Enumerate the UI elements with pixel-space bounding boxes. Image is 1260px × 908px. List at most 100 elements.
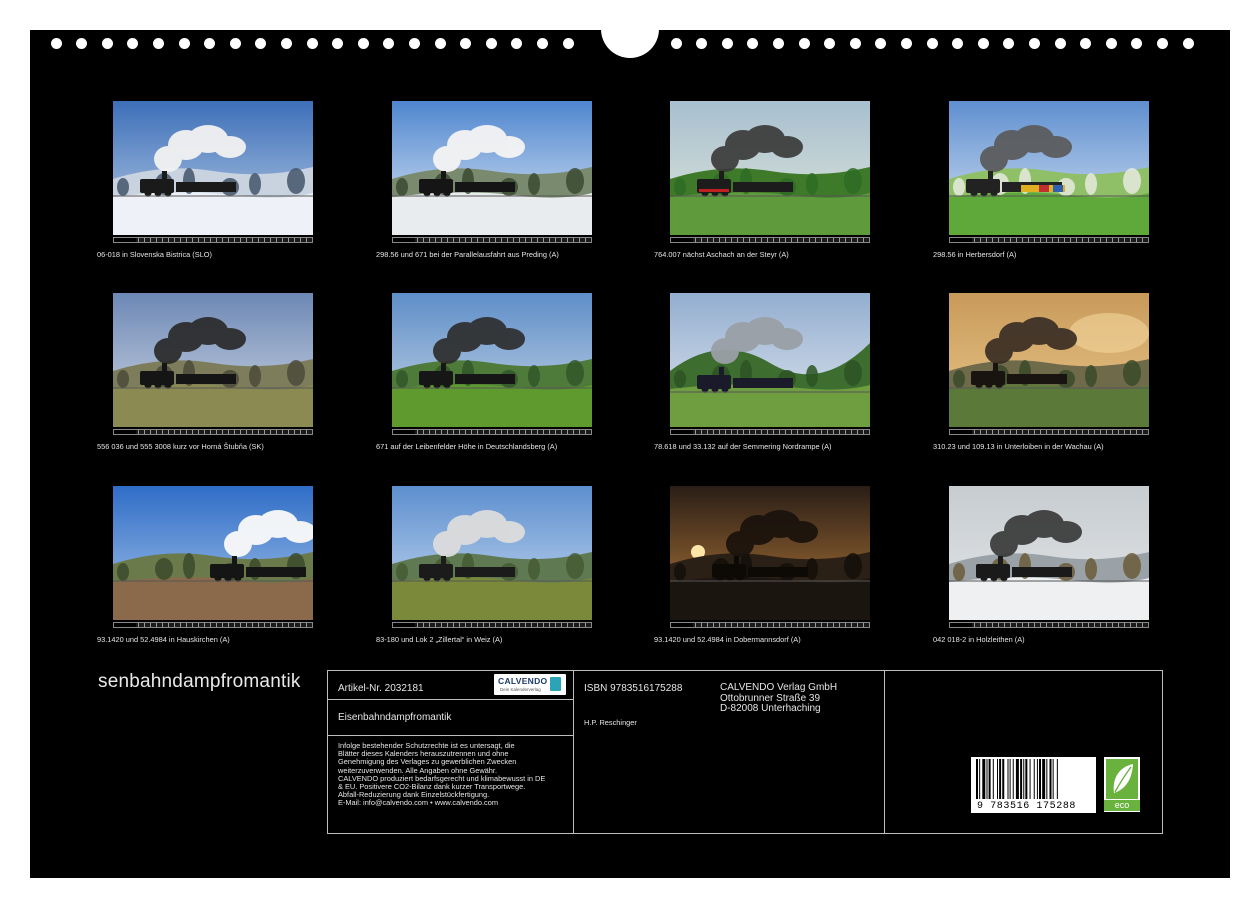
binding-hole (536, 38, 548, 49)
binding-hole (1131, 38, 1143, 49)
binding-hole (434, 38, 446, 49)
month-caption: 78.618 und 33.132 auf der Semmering Nord… (654, 442, 832, 451)
eco-badge: eco (1104, 757, 1140, 812)
month-day-strip (670, 237, 870, 243)
calendar-hanger-cutout (601, 30, 659, 58)
binding-hole (977, 38, 989, 49)
binding-hole (332, 38, 344, 49)
calendar-back-sheet: 06-018 in Slovenska Bistrica (SLO) 298.5… (30, 30, 1230, 878)
binding-hole (511, 38, 523, 49)
month-photo (670, 486, 870, 620)
binding-hole (1156, 38, 1168, 49)
month-day-strip (670, 622, 870, 628)
binding-hole (670, 38, 682, 49)
month-photo (670, 293, 870, 427)
imprint-divider (328, 699, 573, 700)
binding-hole (485, 38, 497, 49)
binding-hole (383, 38, 395, 49)
binding-hole (255, 38, 267, 49)
binding-hole (1105, 38, 1117, 49)
barcode-bars (976, 759, 1058, 799)
binding-hole (357, 38, 369, 49)
month-day-strip (949, 237, 1149, 243)
binding-hole (306, 38, 318, 49)
binding-hole (1003, 38, 1015, 49)
binding-hole (280, 38, 292, 49)
month-photo (392, 293, 592, 427)
month-photo (113, 293, 313, 427)
binding-hole (460, 38, 472, 49)
binding-hole (101, 38, 113, 49)
publisher-address: CALVENDO Verlag GmbH Ottobrunner Straße 3… (720, 682, 838, 715)
month-caption: 671 auf der Leibenfelder Höhe in Deutsch… (376, 442, 558, 451)
legal-line: E-Mail: info@calvendo.com • www.calvendo… (338, 798, 499, 808)
month-photo (113, 101, 313, 235)
binding-hole (178, 38, 190, 49)
month-day-strip (113, 429, 313, 435)
month-day-strip (392, 429, 592, 435)
binding-hole (721, 38, 733, 49)
binding-hole (1054, 38, 1066, 49)
binding-hole (696, 38, 708, 49)
month-caption: 93.1420 und 52.4984 in Dobermannsdorf (A… (654, 635, 801, 644)
month-day-strip (670, 429, 870, 435)
binding-hole (875, 38, 887, 49)
binding-hole (408, 38, 420, 49)
isbn-barcode: 9 783516 175288 (971, 757, 1096, 813)
month-photo (113, 486, 313, 620)
month-day-strip (113, 622, 313, 628)
month-caption: 042 018-2 in Holzleithen (A) (933, 635, 1025, 644)
logo-text: CALVENDO (498, 676, 548, 686)
binding-hole (798, 38, 810, 49)
eco-label: eco (1104, 800, 1140, 811)
article-number: Artikel-Nr. 2032181 (338, 683, 424, 694)
binding-hole (1080, 38, 1092, 49)
side-title: senbahndampfromantik (98, 671, 301, 692)
calvendo-logo: CALVENDO Dein Kalenderverlag (494, 674, 566, 695)
month-caption: 93.1420 und 52.4984 in Hauskirchen (A) (97, 635, 230, 644)
month-day-strip (392, 237, 592, 243)
binding-hole (1028, 38, 1040, 49)
month-caption: 06-018 in Slovenska Bistrica (SLO) (97, 250, 213, 259)
month-caption: 310.23 und 109.13 in Unterloiben in der … (933, 442, 1104, 451)
month-caption: 298.56 und 671 bei der Parallelausfahrt … (376, 250, 559, 259)
month-caption: 764.007 nächst Aschach an der Steyr (A) (654, 250, 789, 259)
month-caption: 298.56 in Herbersdorf (A) (933, 250, 1017, 259)
binding-hole (229, 38, 241, 49)
month-photo (392, 486, 592, 620)
month-photo (949, 293, 1149, 427)
imprint-divider (328, 735, 573, 736)
logo-mark-icon (550, 677, 561, 691)
binding-hole (952, 38, 964, 49)
publisher-line: CALVENDO Verlag GmbH (720, 682, 838, 693)
binding-hole (76, 38, 88, 49)
imprint-box: Artikel-Nr. 2032181 CALVENDO Dein Kalend… (327, 670, 1163, 834)
month-caption: 83-180 und Lok 2 „Zillertal“ in Weiz (A) (376, 635, 503, 644)
binding-hole (900, 38, 912, 49)
binding-hole (127, 38, 139, 49)
binding-hole (1182, 38, 1194, 49)
isbn: ISBN 9783516175288 (584, 683, 683, 694)
month-photo (949, 486, 1149, 620)
month-photo (392, 101, 592, 235)
month-day-strip (949, 622, 1149, 628)
binding-hole (152, 38, 164, 49)
binding-hole (747, 38, 759, 49)
binding-hole (772, 38, 784, 49)
binding-hole (50, 38, 62, 49)
binding-hole (849, 38, 861, 49)
author: H.P. Reschinger (584, 718, 637, 727)
leaf-icon (1106, 759, 1138, 799)
month-photo (949, 101, 1149, 235)
legal-notice: Infolge bestehender Schutzrechte ist es … (338, 741, 545, 808)
binding-hole (562, 38, 574, 49)
product-title: Eisenbahndampfromantik (338, 712, 452, 723)
imprint-divider (884, 671, 885, 833)
publisher-line: D-82008 Unterhaching (720, 703, 821, 714)
binding-hole (824, 38, 836, 49)
imprint-divider (573, 671, 574, 833)
logo-subtitle: Dein Kalenderverlag (500, 687, 541, 692)
month-caption: 556 036 und 555 3008 kurz vor Horná Štub… (97, 442, 264, 451)
binding-hole (204, 38, 216, 49)
barcode-digits: 9 783516 175288 (977, 801, 1077, 812)
